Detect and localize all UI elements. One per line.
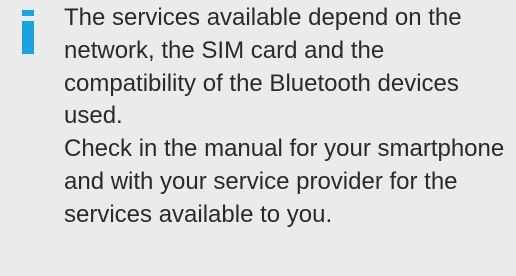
- info-note: The services available depend on the net…: [0, 0, 516, 276]
- note-paragraph-manual: Check in the manual for your smartphone …: [64, 135, 505, 228]
- note-text: The services available depend on the net…: [64, 2, 514, 232]
- info-icon: [20, 10, 36, 54]
- note-paragraph-network: The services available depend on the net…: [64, 4, 462, 130]
